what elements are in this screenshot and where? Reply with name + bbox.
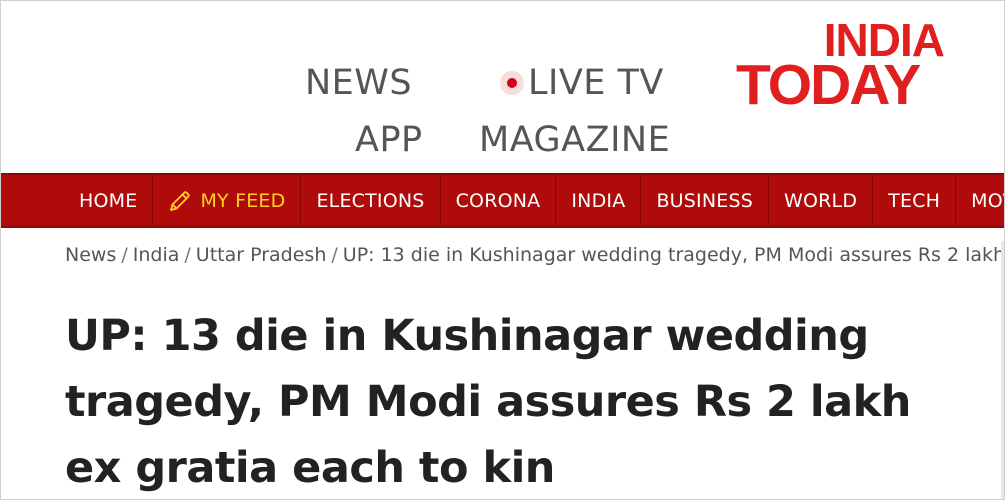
logo-line-today: TODAY [736,53,921,117]
nav-item-tech[interactable]: TECH [873,175,957,226]
nav-item-movies[interactable]: MOVIES [956,175,1004,226]
breadcrumb-separator: / [331,244,338,266]
main-nav: HOME MY FEED ELECTIONS CORONA INDIA BUSI… [1,173,1004,228]
breadcrumb-separator: / [184,244,191,266]
breadcrumb-india[interactable]: India [133,244,180,266]
nav-item-india[interactable]: INDIA [556,175,642,226]
pencil-icon [170,190,191,211]
breadcrumb-uttar-pradesh[interactable]: Uttar Pradesh [196,244,327,266]
live-tv-link[interactable]: LIVE TV [528,63,664,103]
nav-item-world[interactable]: WORLD [769,175,874,226]
nav-item-my-feed[interactable]: MY FEED [153,175,302,226]
breadcrumb: News / India / Uttar Pradesh / UP: 13 die in K… [65,244,1005,266]
breadcrumb-separator: / [121,244,128,266]
india-today-logo[interactable]: INDIA TODAY [736,15,948,117]
page-frame: NEWS LIVE TV APP MAGAZINE INDIA TODAY HO… [0,0,1005,500]
article-headline: UP: 13 die in Kushinagar wedding tragedy… [65,311,911,493]
live-dot-icon [500,71,524,95]
news-app-link-2[interactable]: APP [355,120,423,160]
scrollbar[interactable] [1001,241,1004,499]
nav-item-home[interactable]: HOME [64,175,154,226]
breadcrumb-news[interactable]: News [65,244,116,266]
nav-item-corona[interactable]: CORONA [441,175,557,226]
nav-item-business[interactable]: BUSINESS [641,175,769,226]
nav-item-elections[interactable]: ELECTIONS [301,175,441,226]
nav-item-my-feed-label: MY FEED [200,189,286,212]
magazine-link[interactable]: MAGAZINE [479,120,670,160]
breadcrumb-current: UP: 13 die in Kushinagar wedding tragedy… [342,244,1005,266]
news-app-link[interactable]: NEWS [305,63,412,103]
